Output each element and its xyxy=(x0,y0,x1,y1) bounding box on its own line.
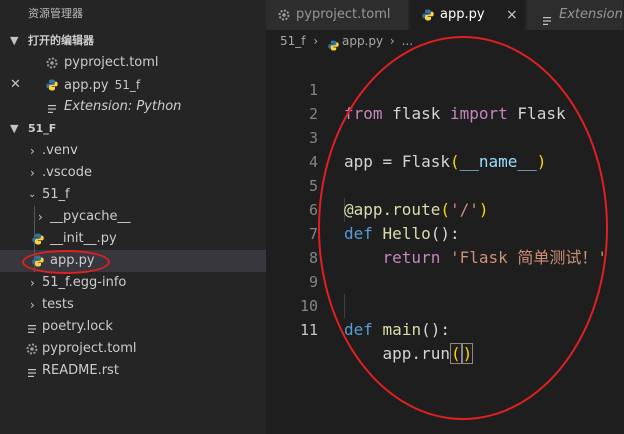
python-file-icon xyxy=(46,79,58,91)
open-editor-app-py[interactable]: ✕ app.py 51_f xyxy=(0,74,266,96)
list-icon xyxy=(26,321,38,333)
tree-item-51f-folder[interactable]: ⌄ 51_f xyxy=(0,184,266,206)
tree-item-label: tests xyxy=(42,297,74,312)
indent-guide xyxy=(34,206,35,228)
line-number: 11 xyxy=(299,321,318,339)
open-editor-label: Extension: Python xyxy=(64,99,182,114)
chevron-right-icon: › xyxy=(389,34,395,48)
tree-item-label: pyproject.toml xyxy=(42,341,137,356)
tree-item-pycache[interactable]: › __pycache__ xyxy=(0,206,266,228)
tree-item-label: __pycache__ xyxy=(50,209,131,224)
list-icon xyxy=(46,101,58,113)
python-file-icon xyxy=(328,36,339,51)
tab-pyproject[interactable]: pyproject.toml xyxy=(266,0,409,30)
python-file-icon xyxy=(422,9,434,21)
project-label: 51_F xyxy=(28,122,57,135)
chevron-right-icon: › xyxy=(30,166,35,180)
tree-item-label: .venv xyxy=(42,143,78,158)
breadcrumb-folder[interactable]: 51_f xyxy=(280,34,306,48)
chevron-down-icon: ▼ xyxy=(10,122,19,135)
tree-item-label: __init__.py xyxy=(50,231,117,246)
project-section[interactable]: ▼ 51_F xyxy=(0,118,266,140)
tree-item-readme[interactable]: README.rst xyxy=(0,360,266,382)
tab-label: Extension: Py xyxy=(559,7,624,22)
explorer-title: 资源管理器 xyxy=(28,7,83,20)
tree-item-poetry-lock[interactable]: poetry.lock xyxy=(0,316,266,338)
tab-app-py[interactable]: app.py × xyxy=(410,0,526,30)
open-editor-label: app.py xyxy=(64,78,109,93)
open-editor-pyproject[interactable]: pyproject.toml xyxy=(0,52,266,74)
gear-icon xyxy=(46,57,58,69)
tree-item-egg-info[interactable]: › 51_f.egg-info xyxy=(0,272,266,294)
tree-item-vscode[interactable]: › .vscode xyxy=(0,162,266,184)
chevron-down-icon: ⌄ xyxy=(28,189,37,200)
open-editor-label: pyproject.toml xyxy=(64,55,159,70)
tree-item-label: 51_f xyxy=(42,187,70,202)
tree-item-pyproject[interactable]: pyproject.toml xyxy=(0,338,266,360)
tab-extension-python[interactable]: Extension: Py xyxy=(527,0,624,30)
gear-icon xyxy=(278,9,290,21)
open-editors-label: 打开的编辑器 xyxy=(28,34,94,47)
list-icon xyxy=(541,9,553,25)
tree-item-venv[interactable]: › .venv xyxy=(0,140,266,162)
tree-item-label: 51_f.egg-info xyxy=(42,275,127,290)
annotation-circle-app-py xyxy=(22,250,110,274)
chevron-down-icon: ▼ xyxy=(10,34,19,47)
tree-item-label: .vscode xyxy=(42,165,92,180)
close-icon[interactable]: × xyxy=(506,0,518,30)
chevron-right-icon: › xyxy=(30,144,35,158)
chevron-right-icon: › xyxy=(313,34,319,48)
tree-item-tests[interactable]: › tests xyxy=(0,294,266,316)
chevron-right-icon: › xyxy=(30,298,35,312)
breadcrumb-more[interactable]: ... xyxy=(402,34,413,48)
gear-icon xyxy=(26,343,38,355)
tab-label: pyproject.toml xyxy=(296,7,391,22)
folder-hint: 51_f xyxy=(114,78,141,92)
breadcrumb-file[interactable]: app.py xyxy=(342,34,383,48)
explorer-sidebar: 资源管理器 ▼ 打开的编辑器 pyproject.toml ✕ app.py 51… xyxy=(0,0,266,434)
open-editors-section[interactable]: ▼ 打开的编辑器 xyxy=(0,30,266,52)
tree-item-label: poetry.lock xyxy=(42,319,113,334)
open-editor-extension-python[interactable]: Extension: Python xyxy=(0,96,266,118)
close-icon[interactable]: ✕ xyxy=(10,74,21,96)
list-icon xyxy=(26,365,38,377)
chevron-right-icon: › xyxy=(30,276,35,290)
chevron-right-icon: › xyxy=(38,210,43,224)
tree-item-label: README.rst xyxy=(42,363,119,378)
python-file-icon xyxy=(32,233,44,245)
annotation-circle-code xyxy=(318,36,608,420)
tab-bar: pyproject.toml app.py × Extension: Py xyxy=(266,0,624,30)
tree-item-init-py[interactable]: __init__.py xyxy=(0,228,266,250)
tab-label: app.py xyxy=(440,7,485,22)
